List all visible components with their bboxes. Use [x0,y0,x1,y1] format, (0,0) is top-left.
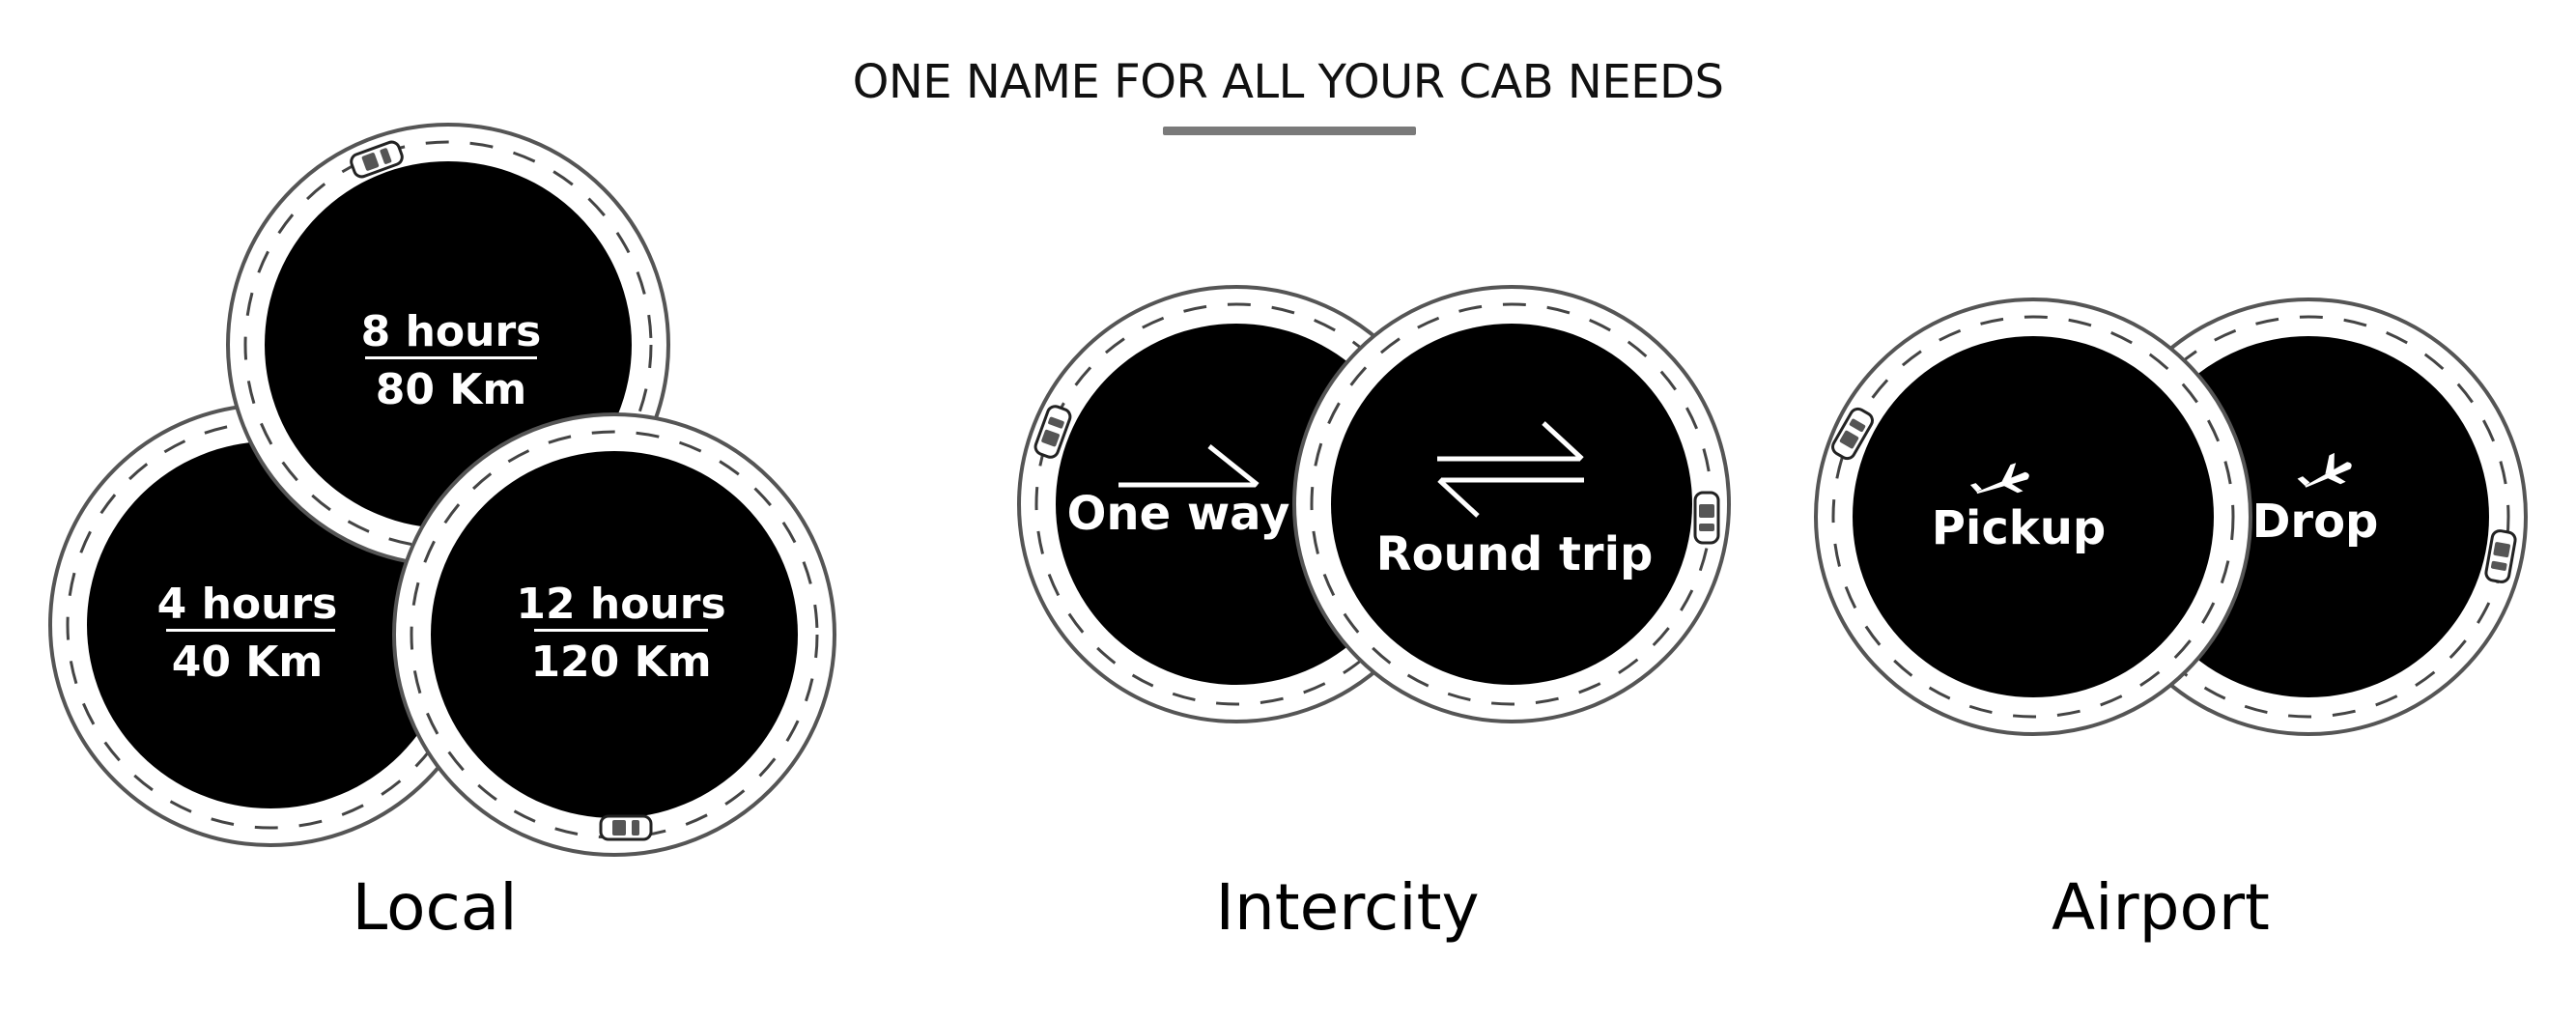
airport-option-label: Drop [2252,495,2379,549]
fraction-bar [534,629,708,632]
local-package-hours: 4 hours [157,580,338,629]
category-label-airport: Airport [2052,870,2270,945]
local-package-distance: 80 Km [376,365,527,414]
category-label-intercity: Intercity [1215,870,1480,945]
local-package-hours: 8 hours [361,307,542,356]
car-icon [1693,491,1720,545]
intercity-option-label: Round trip [1376,527,1654,581]
intercity-round-trip[interactable]: Round trip [1292,285,1731,723]
fraction-bar [166,629,335,632]
local-package-distance: 40 Km [172,638,324,687]
intercity-option-label: One way [1067,487,1290,541]
airport-pickup[interactable]: Pickup [1814,298,2252,736]
local-package-12-hours[interactable]: 12 hours 120 Km [392,412,836,857]
car-icon [599,814,653,841]
fraction-bar [365,356,537,359]
local-package-hours: 12 hours [516,580,725,629]
category-label-local: Local [352,870,518,945]
services-graphic: 4 hours 40 Km 8 hours 80 Km 12 hours 120… [48,123,2528,857]
local-package-distance: 120 Km [530,638,711,687]
airport-option-label: Pickup [1932,501,2107,555]
